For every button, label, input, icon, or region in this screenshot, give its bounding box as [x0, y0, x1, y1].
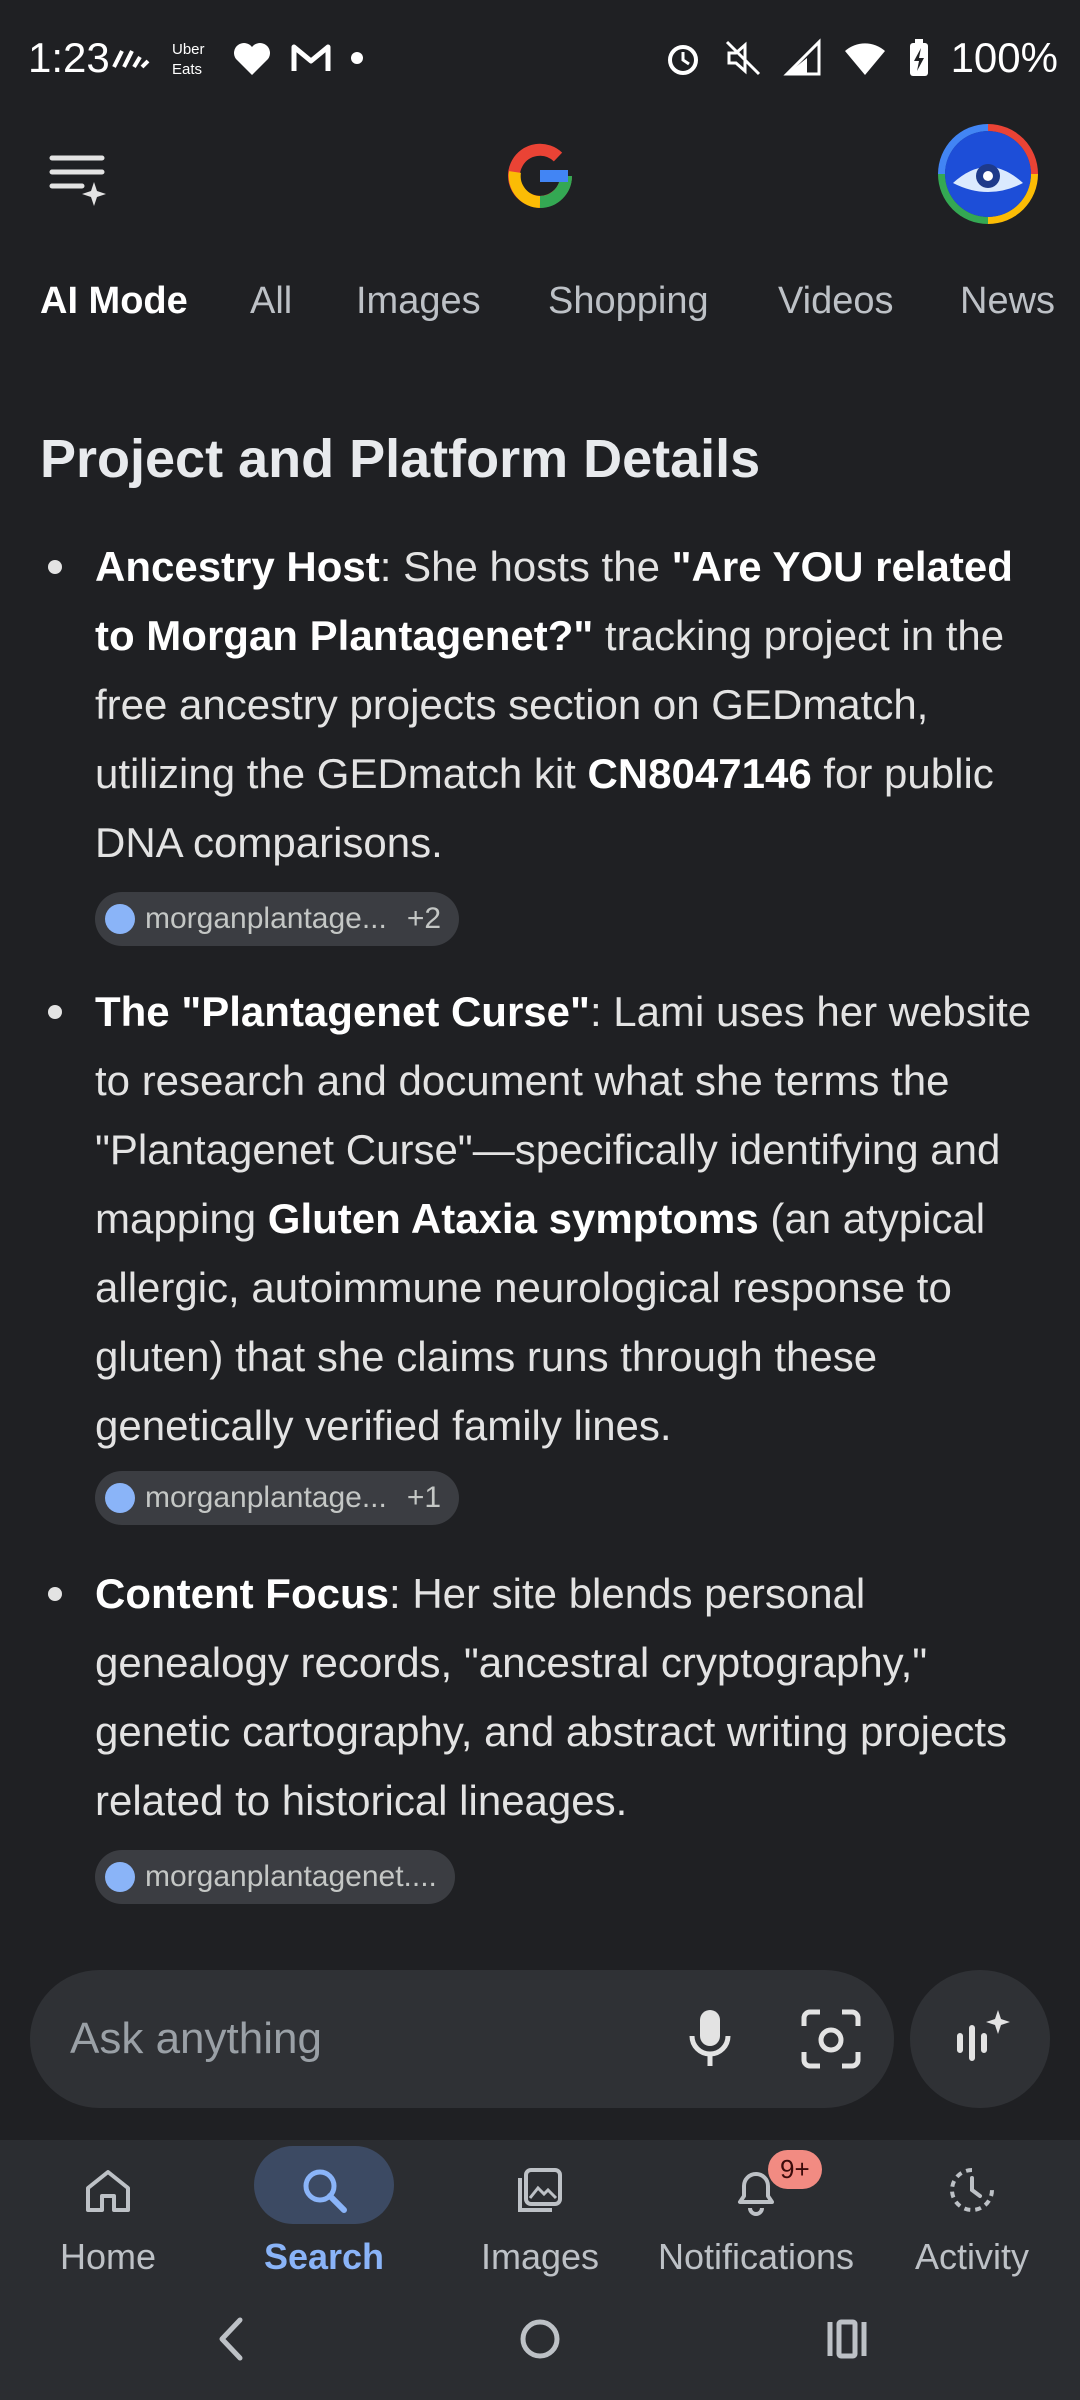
globe-icon [105, 1861, 135, 1892]
source-chip[interactable]: morganplantage... +1 [95, 1470, 460, 1525]
menu-sparkle-icon [49, 155, 106, 206]
signal-icon [782, 38, 821, 76]
source-chip[interactable]: morganplantagenet.... [95, 1849, 455, 1904]
nav-notifications-label: Notifications [657, 2236, 855, 2277]
wave-icon [112, 50, 150, 69]
battery-percent: 100% [950, 34, 1058, 81]
google-logo[interactable] [500, 136, 580, 216]
home-icon [86, 2170, 130, 2212]
list-item: Content Focus: Her site blends personal … [95, 1559, 1045, 1908]
tab-images[interactable]: Images [356, 280, 481, 323]
gmail-icon [291, 44, 331, 71]
nav-home-label: Home [59, 2236, 157, 2277]
nav-search[interactable]: Search [216, 2140, 432, 2310]
wifi-icon [844, 43, 885, 75]
dot-icon [351, 52, 363, 64]
item-bold-text: Gluten Ataxia symptoms [267, 1195, 759, 1242]
avatar [945, 131, 1031, 217]
nav-images[interactable]: Images [432, 2140, 648, 2310]
item-label: Ancestry Host [95, 543, 380, 590]
search-icon [303, 2169, 347, 2213]
nav-notifications[interactable]: 9+ Notifications [648, 2140, 864, 2310]
lens-button[interactable] [798, 2006, 864, 2072]
globe-icon [105, 1482, 135, 1513]
nav-search-label: Search [263, 2236, 385, 2277]
microphone-icon [689, 2010, 731, 2066]
heart-icon [234, 43, 270, 75]
alarm-icon [667, 45, 698, 75]
uber-eats-icon: Uber Eats [172, 41, 205, 78]
nav-home[interactable]: Home [0, 2140, 216, 2310]
back-icon[interactable] [210, 2314, 250, 2364]
voice-search-button[interactable] [680, 2006, 740, 2072]
svg-text:Eats: Eats [172, 61, 202, 78]
menu-button[interactable] [48, 148, 108, 208]
bullet-dot [48, 560, 62, 574]
status-time: 1:23 [28, 34, 110, 81]
home-circle-icon[interactable] [518, 2314, 562, 2364]
source-chip[interactable]: morganplantage... +2 [95, 891, 460, 946]
activity-icon [950, 2168, 994, 2212]
nav-activity[interactable]: Activity [864, 2140, 1080, 2310]
account-avatar[interactable] [938, 124, 1038, 224]
battery-icon [909, 39, 928, 76]
tab-ai-mode[interactable]: AI Mode [40, 280, 188, 323]
status-right-icons: 100% [663, 34, 1058, 82]
nav-images-label: Images [480, 2236, 600, 2277]
item-text: : She hosts the [379, 543, 672, 590]
system-navigation-bar [0, 2300, 1080, 2400]
notification-badge: 9+ [768, 2150, 822, 2189]
item-label: The "Plantagenet Curse" [95, 988, 590, 1035]
images-icon [518, 2168, 562, 2212]
globe-icon [105, 903, 135, 934]
mute-icon [725, 40, 760, 76]
tab-all[interactable]: All [250, 280, 292, 323]
source-chip-count: +1 [406, 1481, 442, 1515]
nav-activity-label: Activity [914, 2236, 1029, 2277]
ask-input-bar[interactable]: Ask anything [30, 1970, 894, 2108]
source-chip-label: morganplantagenet.... [145, 1860, 437, 1894]
live-voice-button[interactable] [910, 1970, 1050, 2108]
ask-input[interactable]: Ask anything [70, 2014, 322, 2064]
status-left-icons: Uber Eats [112, 38, 364, 78]
list-item: Ancestry Host: She hosts the "Are YOU re… [95, 532, 1045, 950]
item-label: Content Focus [95, 1570, 389, 1617]
recents-icon[interactable] [824, 2316, 870, 2362]
source-chip-label: morganplantage... [145, 902, 387, 936]
bullet-dot [48, 1587, 62, 1601]
search-tabs: AI Mode All Images Shopping Videos News [0, 270, 1080, 340]
source-chip-count: +2 [406, 902, 442, 936]
tab-shopping[interactable]: Shopping [548, 280, 709, 323]
section-title: Project and Platform Details [40, 429, 761, 489]
google-g-icon [508, 143, 572, 208]
tab-videos[interactable]: Videos [778, 280, 894, 323]
item-bold-text: CN8047146 [587, 750, 812, 797]
status-bar: 1:23 Uber Eats 100% [0, 0, 1080, 120]
svg-text:Uber: Uber [172, 41, 205, 58]
sparkle-waveform-icon [957, 2010, 1010, 2061]
bullet-dot [48, 1005, 62, 1019]
camera-lens-icon [801, 2009, 861, 2069]
source-chip-label: morganplantage... [145, 1481, 387, 1515]
tab-news[interactable]: News [960, 280, 1055, 323]
list-item: The "Plantagenet Curse": Lami uses her w… [95, 977, 1045, 1529]
